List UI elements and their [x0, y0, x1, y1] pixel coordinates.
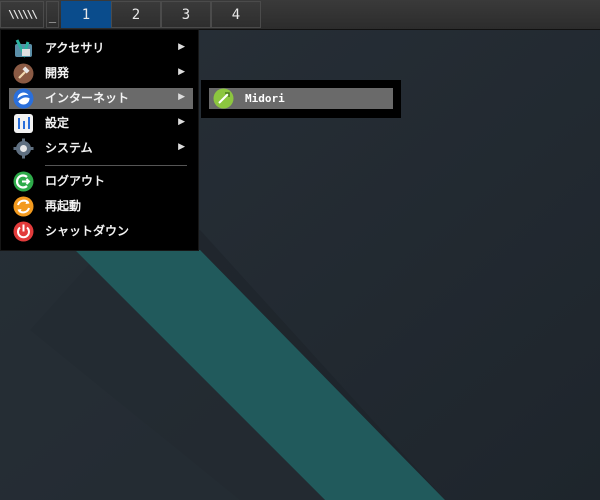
menu-item-logout[interactable]: ログアウト — [9, 171, 193, 192]
minimize-icon: _ — [48, 9, 57, 23]
menu-item-settings[interactable]: 設定 ▶ — [9, 113, 193, 134]
menu-launcher-icon: \\\\\\ — [8, 8, 38, 21]
menu-item-label: 開発 — [45, 66, 70, 80]
menu-item-label: シャットダウン — [45, 224, 130, 238]
menu-item-development[interactable]: 開発 ▶ — [9, 63, 193, 84]
menu-item-label: システム — [45, 141, 93, 155]
workspace-3-button[interactable]: 3 — [161, 1, 211, 28]
submenu-item-midori[interactable]: Midori — [209, 88, 393, 109]
menu-separator — [45, 165, 187, 166]
workspace-1-button[interactable]: 1 — [61, 1, 111, 28]
submenu-arrow-icon: ▶ — [178, 142, 185, 152]
logout-icon — [13, 171, 34, 192]
settings-icon — [14, 114, 33, 133]
menu-launcher-button[interactable]: \\\\\\ — [0, 1, 44, 28]
main-menu: アクセサリ ▶ 開発 ▶ インターネット ▶ 設定 ▶ システム ▶ ログアウト… — [0, 29, 199, 251]
menu-item-label: 設定 — [45, 116, 70, 130]
reboot-icon — [13, 196, 34, 217]
top-panel: \\\\\\ _ 1 2 3 4 — [0, 0, 600, 30]
shutdown-icon — [13, 221, 34, 242]
accessories-icon — [15, 39, 32, 58]
midori-icon — [213, 88, 234, 109]
show-desktop-button[interactable]: _ — [46, 1, 59, 28]
workspace-2-button[interactable]: 2 — [111, 1, 161, 28]
submenu-item-label: Midori — [245, 92, 285, 105]
submenu-arrow-icon: ▶ — [178, 67, 185, 77]
menu-item-label: インターネット — [45, 91, 130, 105]
submenu-arrow-icon: ▶ — [178, 92, 185, 102]
development-hammer-icon — [13, 63, 34, 84]
internet-globe-icon — [13, 88, 34, 109]
menu-item-accessories[interactable]: アクセサリ ▶ — [9, 38, 193, 59]
menu-item-shutdown[interactable]: シャットダウン — [9, 221, 193, 242]
submenu-arrow-icon: ▶ — [178, 117, 185, 127]
workspace-label: 2 — [131, 6, 141, 23]
submenu-arrow-icon: ▶ — [178, 42, 185, 52]
workspace-label: 3 — [181, 6, 191, 23]
system-gear-icon — [13, 138, 34, 159]
internet-submenu: Midori — [201, 80, 401, 118]
workspace-label: 4 — [231, 6, 241, 23]
menu-item-reboot[interactable]: 再起動 — [9, 196, 193, 217]
menu-item-system[interactable]: システム ▶ — [9, 138, 193, 159]
menu-item-label: ログアウト — [45, 174, 106, 188]
menu-item-label: 再起動 — [45, 199, 82, 213]
menu-item-internet[interactable]: インターネット ▶ — [9, 88, 193, 109]
workspace-4-button[interactable]: 4 — [211, 1, 261, 28]
workspace-label: 1 — [81, 6, 91, 23]
menu-item-label: アクセサリ — [45, 41, 105, 55]
